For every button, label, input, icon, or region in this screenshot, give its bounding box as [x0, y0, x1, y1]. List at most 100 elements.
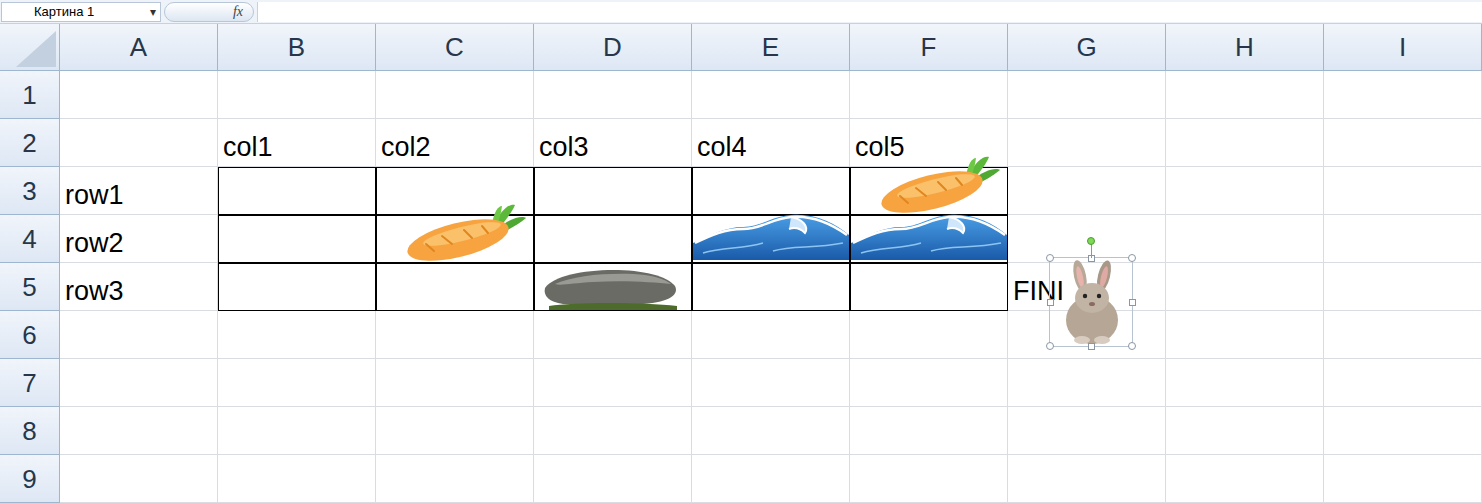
column-header[interactable]: D	[534, 24, 692, 71]
cell[interactable]: col1	[218, 119, 376, 167]
cell[interactable]	[60, 119, 218, 167]
cell[interactable]	[1166, 359, 1324, 407]
rock-picture[interactable]	[543, 264, 681, 312]
row-header[interactable]: 8	[0, 407, 60, 455]
cell[interactable]	[1166, 263, 1324, 311]
cell[interactable]	[218, 71, 376, 119]
column-header[interactable]: I	[1324, 24, 1482, 71]
cell[interactable]	[218, 263, 376, 311]
cell[interactable]	[692, 311, 850, 359]
column-header[interactable]: F	[850, 24, 1008, 71]
resize-handle[interactable]	[1046, 342, 1054, 350]
row-header[interactable]: 6	[0, 311, 60, 359]
cell[interactable]	[60, 455, 218, 503]
cell[interactable]	[1008, 167, 1166, 215]
resize-handle[interactable]	[1046, 254, 1054, 262]
cell[interactable]	[1008, 407, 1166, 455]
name-box[interactable]: Картина 1 ▾	[1, 2, 161, 22]
cell[interactable]	[376, 263, 534, 311]
cell[interactable]	[692, 407, 850, 455]
name-box-dropdown[interactable]: ▾	[150, 3, 156, 21]
cell[interactable]	[1324, 407, 1482, 455]
cell[interactable]: row2	[60, 215, 218, 263]
row-header[interactable]: 4	[0, 215, 60, 263]
insert-function-button[interactable]: fx	[233, 1, 243, 22]
row-header[interactable]: 1	[0, 71, 60, 119]
row-header[interactable]: 9	[0, 455, 60, 503]
resize-handle[interactable]	[1128, 254, 1136, 262]
cell[interactable]	[1166, 311, 1324, 359]
cell[interactable]: col3	[534, 119, 692, 167]
cell[interactable]	[376, 71, 534, 119]
cell[interactable]	[1324, 119, 1482, 167]
row-header[interactable]: 5	[0, 263, 60, 311]
cell[interactable]	[1324, 71, 1482, 119]
cell[interactable]	[534, 311, 692, 359]
cell[interactable]	[692, 455, 850, 503]
rabbit-picture[interactable]	[1050, 258, 1132, 346]
cell[interactable]	[1008, 71, 1166, 119]
carrot-picture[interactable]	[402, 202, 527, 262]
cell[interactable]	[850, 455, 1008, 503]
cell[interactable]	[850, 407, 1008, 455]
cell[interactable]	[218, 455, 376, 503]
resize-handle[interactable]	[1047, 299, 1054, 306]
cell[interactable]: col4	[692, 119, 850, 167]
cell[interactable]: col2	[376, 119, 534, 167]
worksheet[interactable]: ABCDEFGHI12col1col2col3col4col53row14row…	[0, 24, 1482, 503]
cell[interactable]	[1324, 455, 1482, 503]
cell[interactable]	[60, 359, 218, 407]
cell[interactable]	[1166, 71, 1324, 119]
cell[interactable]	[1166, 407, 1324, 455]
cell[interactable]	[1008, 119, 1166, 167]
cell[interactable]	[376, 359, 534, 407]
formula-input[interactable]	[257, 2, 1482, 22]
resize-handle[interactable]	[1128, 342, 1136, 350]
cell[interactable]	[850, 311, 1008, 359]
cell[interactable]	[692, 359, 850, 407]
cell[interactable]	[1324, 359, 1482, 407]
cell[interactable]	[1008, 455, 1166, 503]
cell[interactable]	[534, 71, 692, 119]
cell[interactable]	[850, 263, 1008, 311]
rotate-handle[interactable]	[1087, 237, 1095, 245]
cell[interactable]	[1166, 167, 1324, 215]
column-header[interactable]: B	[218, 24, 376, 71]
column-header[interactable]: C	[376, 24, 534, 71]
cell[interactable]	[534, 407, 692, 455]
resize-handle[interactable]	[1129, 299, 1136, 306]
row-header[interactable]: 2	[0, 119, 60, 167]
cell[interactable]	[60, 407, 218, 455]
cell[interactable]	[534, 215, 692, 263]
row-header[interactable]: 3	[0, 167, 60, 215]
cell[interactable]	[1166, 455, 1324, 503]
cell[interactable]	[534, 359, 692, 407]
cell[interactable]	[850, 71, 1008, 119]
cell[interactable]	[60, 71, 218, 119]
cell[interactable]	[534, 455, 692, 503]
cell[interactable]	[1324, 167, 1482, 215]
cell[interactable]	[1166, 215, 1324, 263]
cell[interactable]	[692, 71, 850, 119]
cell[interactable]	[692, 167, 850, 215]
column-header[interactable]: H	[1166, 24, 1324, 71]
cell[interactable]	[1008, 359, 1166, 407]
column-header[interactable]: E	[692, 24, 850, 71]
select-all-corner[interactable]	[0, 24, 60, 71]
cell[interactable]	[218, 359, 376, 407]
wave-picture[interactable]	[693, 213, 849, 260]
cell[interactable]	[60, 311, 218, 359]
cell[interactable]	[376, 311, 534, 359]
cell[interactable]	[218, 311, 376, 359]
cell[interactable]	[1324, 311, 1482, 359]
carrot-picture[interactable]	[876, 154, 1001, 214]
column-header[interactable]: G	[1008, 24, 1166, 71]
row-header[interactable]: 7	[0, 359, 60, 407]
cell[interactable]	[376, 407, 534, 455]
cell[interactable]	[1324, 263, 1482, 311]
cell[interactable]	[218, 407, 376, 455]
column-header[interactable]: A	[60, 24, 218, 71]
cell[interactable]	[1324, 215, 1482, 263]
cell[interactable]	[692, 263, 850, 311]
cell[interactable]	[376, 455, 534, 503]
